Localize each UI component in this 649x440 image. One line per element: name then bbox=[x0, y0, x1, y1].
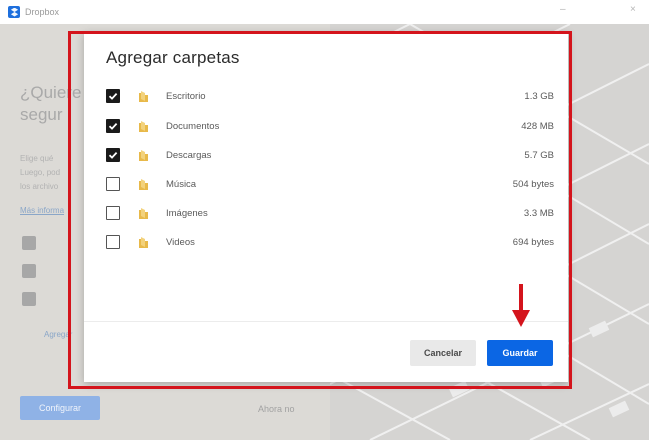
background-checkbox bbox=[22, 292, 36, 306]
dropbox-logo-icon bbox=[8, 6, 20, 18]
window-title: Dropbox bbox=[25, 7, 60, 17]
more-info-link[interactable]: Más informa bbox=[20, 206, 64, 215]
configure-button[interactable]: Configurar bbox=[20, 396, 100, 420]
not-now-button[interactable]: Ahora no bbox=[258, 404, 295, 414]
background-checkbox bbox=[22, 236, 36, 250]
background-checkbox bbox=[22, 264, 36, 278]
minimize-button[interactable]: – bbox=[560, 4, 566, 15]
highlight-frame bbox=[68, 31, 572, 389]
background-description: Elige qué Luego, pod los archivo bbox=[20, 154, 61, 191]
close-button[interactable]: × bbox=[630, 4, 636, 15]
down-arrow-icon bbox=[510, 284, 532, 328]
window-titlebar: Dropbox – × bbox=[0, 0, 649, 24]
